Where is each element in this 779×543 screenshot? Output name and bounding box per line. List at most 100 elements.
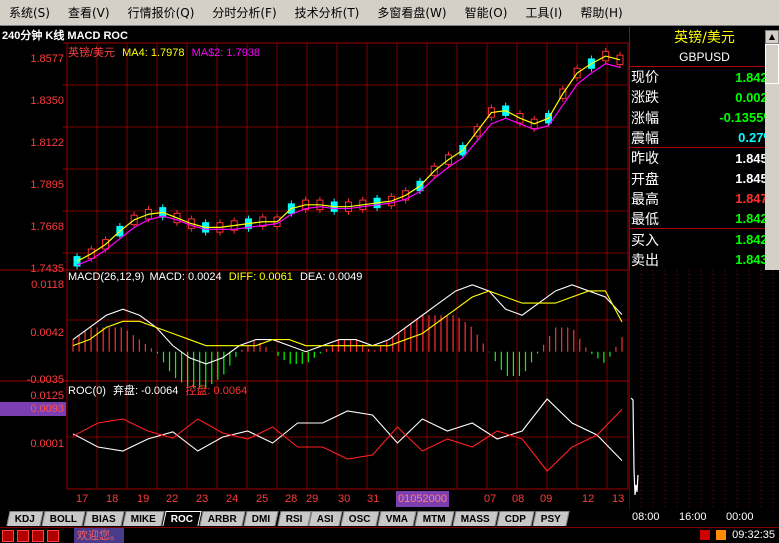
- indicator-tab-vma[interactable]: VMA: [377, 511, 417, 526]
- indicator-tab-mtm[interactable]: MTM: [414, 511, 455, 526]
- time-axis-label: 00:00: [726, 511, 754, 523]
- indicator-tab-cdp[interactable]: CDP: [495, 511, 535, 526]
- indicator-tab-boll[interactable]: BOLL: [41, 511, 86, 526]
- quote-list: 现价 1.8428 涨跌 0.0025 涨幅 -0.1355% 震幅 0.27% 昨收 1.845…: [630, 67, 779, 270]
- menu-item[interactable]: 分时分析(F): [203, 2, 285, 24]
- macd-dea-line: [72, 290, 623, 347]
- macd-legend-macd: MACD: 0.0024: [149, 271, 222, 283]
- menu-item[interactable]: 工具(I): [516, 2, 571, 24]
- quote-row: 涨跌 0.0025: [630, 87, 779, 107]
- quote-row: 开盘 1.8453: [630, 168, 779, 188]
- mini-bg: [629, 270, 779, 510]
- intraday-mini-chart[interactable]: [629, 270, 779, 510]
- date-cursor-label: 01052000: [396, 491, 449, 507]
- macd-legend-title: MACD(26,12,9): [68, 271, 145, 283]
- date-tick: 12: [582, 493, 595, 505]
- date-tick: 30: [338, 493, 351, 505]
- status-bar: 欢迎您。 09:32:35: [0, 527, 779, 543]
- price-legend: 英镑/美元 MA4: 1.7978 MA$2: 1.7938: [68, 44, 260, 60]
- indicator-tab-arbr[interactable]: ARBR: [199, 511, 246, 526]
- status-toolbar-icon[interactable]: [32, 530, 44, 542]
- scroll-up-arrow-icon[interactable]: ▲: [765, 30, 779, 44]
- time-axis-label: 08:00: [632, 511, 660, 523]
- quote-label: 现价: [631, 70, 659, 87]
- status-message: 欢迎您。: [74, 528, 124, 543]
- status-toolbar-icon[interactable]: [47, 530, 59, 542]
- status-toolbar-icon[interactable]: [17, 530, 29, 542]
- price-axis-tick: 1.7668: [30, 221, 64, 233]
- macd-diff-line: [72, 284, 623, 365]
- quote-label: 涨跌: [631, 90, 659, 107]
- quote-label: 卖出: [631, 252, 659, 269]
- ma2-legend: MA$2: 1.7938: [191, 47, 261, 59]
- quote-label: 最高: [631, 191, 659, 208]
- roc-line-white: [72, 398, 623, 461]
- date-tick: 07: [484, 493, 497, 505]
- panel-symbol: GBPUSD: [630, 49, 779, 67]
- quote-label: 涨幅: [631, 110, 659, 127]
- quote-row: 卖出 1.8437: [630, 250, 779, 270]
- roc-legend-dir2: 控盘: 0.0064: [185, 385, 248, 397]
- indicator-tab-rsi[interactable]: RSI: [277, 511, 311, 526]
- quote-row: 现价 1.8428: [630, 67, 779, 87]
- menu-item[interactable]: 多窗看盘(W): [368, 2, 455, 24]
- quote-row: 涨幅 -0.1355%: [630, 108, 779, 128]
- date-tick: 28: [285, 493, 298, 505]
- info-icon[interactable]: [716, 530, 727, 540]
- ma4-line: [76, 55, 621, 262]
- menu-item[interactable]: 查看(V): [59, 2, 119, 24]
- date-tick: 18: [106, 493, 119, 505]
- date-tick: 25: [256, 493, 269, 505]
- indicator-tab-psy[interactable]: PSY: [532, 511, 570, 526]
- menu-item[interactable]: 帮助(H): [571, 2, 631, 24]
- indicator-tab-roc[interactable]: ROC: [162, 511, 202, 526]
- quote-row: 震幅 0.27%: [630, 128, 779, 149]
- price-axis-tick: 1.8577: [30, 53, 64, 65]
- macd-legend-dea: DEA: 0.0049: [299, 271, 363, 283]
- alert-icon[interactable]: [700, 530, 711, 540]
- quote-label: 买入: [631, 232, 659, 249]
- indicator-tab-mike[interactable]: MIKE: [122, 511, 165, 526]
- date-tick: 31: [367, 493, 380, 505]
- menu-item[interactable]: 智能(O): [456, 2, 517, 24]
- quote-row: 最低 1.8420: [630, 209, 779, 230]
- price-axis-tick: 1.8122: [30, 137, 64, 149]
- quote-label: 昨收: [631, 151, 659, 168]
- roc-legend: ROC(0) 弃盘: -0.0064 控盘: 0.0064: [68, 382, 247, 398]
- macd-legend: MACD(26,12,9) MACD: 0.0024 DIFF: 0.0061 …: [68, 271, 362, 283]
- date-tick: 13: [612, 493, 625, 505]
- indicator-tab-asi[interactable]: ASI: [308, 511, 343, 526]
- menu-item[interactable]: 行情报价(Q): [119, 2, 204, 24]
- menu-item[interactable]: 技术分析(T): [286, 2, 369, 24]
- clock-time: 09:32:35: [732, 529, 775, 541]
- macd-axis-tick: -0.0035: [26, 374, 64, 386]
- indicator-tab-osc[interactable]: OSC: [340, 511, 380, 526]
- indicator-tab-bias[interactable]: BIAS: [83, 511, 125, 526]
- roc-legend-title: ROC(0): [68, 385, 106, 397]
- status-toolbar-icon[interactable]: [2, 530, 14, 542]
- roc-axis-tick: 0.0125: [30, 390, 64, 402]
- date-tick: 08: [512, 493, 525, 505]
- quote-row: 买入 1.8428: [630, 229, 779, 249]
- macd-legend-diff: DIFF: 0.0061: [228, 271, 293, 283]
- indicator-tab-kdj[interactable]: KDJ: [6, 511, 44, 526]
- menu-item[interactable]: 系统(S): [0, 2, 59, 24]
- status-right: 09:32:35: [700, 529, 775, 541]
- ma2-line: [76, 62, 621, 266]
- date-tick: 17: [76, 493, 89, 505]
- indicator-tab-mass[interactable]: MASS: [452, 511, 499, 526]
- price-axis-tick: 1.7895: [30, 179, 64, 191]
- quote-row: 最高 1.8470: [630, 189, 779, 209]
- date-tick: 24: [226, 493, 239, 505]
- indicator-tab-dmi[interactable]: DMI: [243, 511, 280, 526]
- price-axis-tick: 1.8350: [30, 95, 64, 107]
- macd-axis-tick: 0.0042: [30, 327, 64, 339]
- price-axis-tick: 1.7435: [30, 263, 64, 275]
- quote-row: 昨收 1.8453: [630, 148, 779, 168]
- quote-panel: 英镑/美元 GBPUSD 现价 1.8428 涨跌 0.0025 涨幅 -0.1355% 震…: [629, 27, 779, 270]
- date-tick: 23: [196, 493, 209, 505]
- macd-axis-tick: 0.0118: [31, 279, 64, 291]
- time-axis-label: 16:00: [679, 511, 707, 523]
- quote-scrollbar[interactable]: ▲: [765, 30, 779, 270]
- scroll-thumb[interactable]: [765, 44, 779, 84]
